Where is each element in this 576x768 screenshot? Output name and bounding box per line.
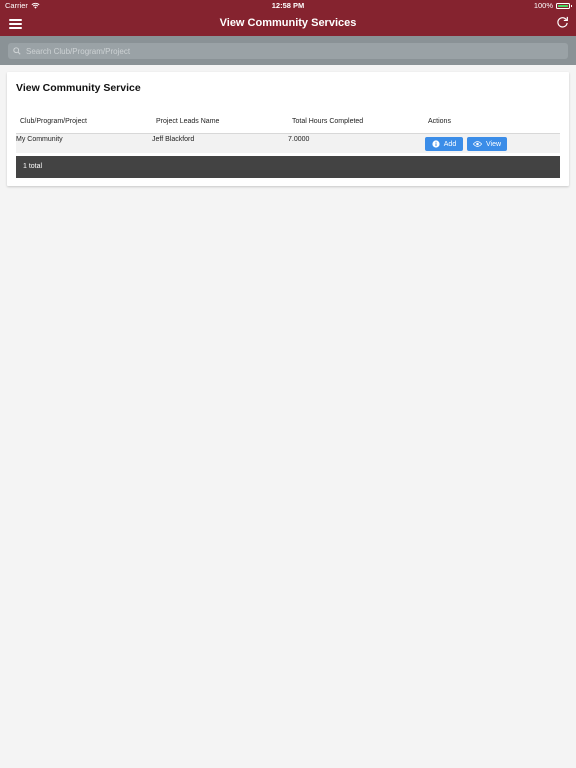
cell-lead: Jeff Blackford [152,136,195,143]
column-header-project: Club/Program/Project [20,118,87,125]
table-row: My Community Jeff Blackford 7.0000 Add V… [16,134,560,153]
search-input[interactable] [26,46,526,56]
table-footer: 1 total [16,156,560,178]
add-button-label: Add [443,140,457,148]
view-button[interactable]: View [467,137,507,151]
battery-indicator: 100% [533,1,572,10]
status-time: 12:58 PM [271,1,305,10]
status-bar: Carrier 12:58 PM 100% [0,0,576,12]
cell-project: My Community [16,136,63,143]
search-icon [13,47,21,55]
page-title: View Community Services [219,17,357,29]
battery-percent: 100% [533,1,553,10]
refresh-icon [557,16,568,28]
community-service-card: View Community Service Club/Program/Proj… [7,72,569,186]
search-bar [0,36,576,65]
refresh-button[interactable] [556,16,570,30]
info-icon [432,140,440,148]
nav-bar: View Community Services [0,12,576,36]
column-header-actions: Actions [428,118,451,125]
add-button[interactable]: Add [425,137,463,151]
table-header: Club/Program/Project Project Leads Name … [16,116,560,134]
eye-icon [472,141,482,147]
cell-hours: 7.0000 [288,136,310,143]
column-header-hours: Total Hours Completed [292,118,364,125]
total-count: 1 total [23,163,43,170]
search-field[interactable] [8,43,568,59]
card-title: View Community Service [16,82,141,94]
battery-icon [556,2,572,9]
column-header-lead: Project Leads Name [156,118,220,125]
view-button-label: View [485,140,502,148]
